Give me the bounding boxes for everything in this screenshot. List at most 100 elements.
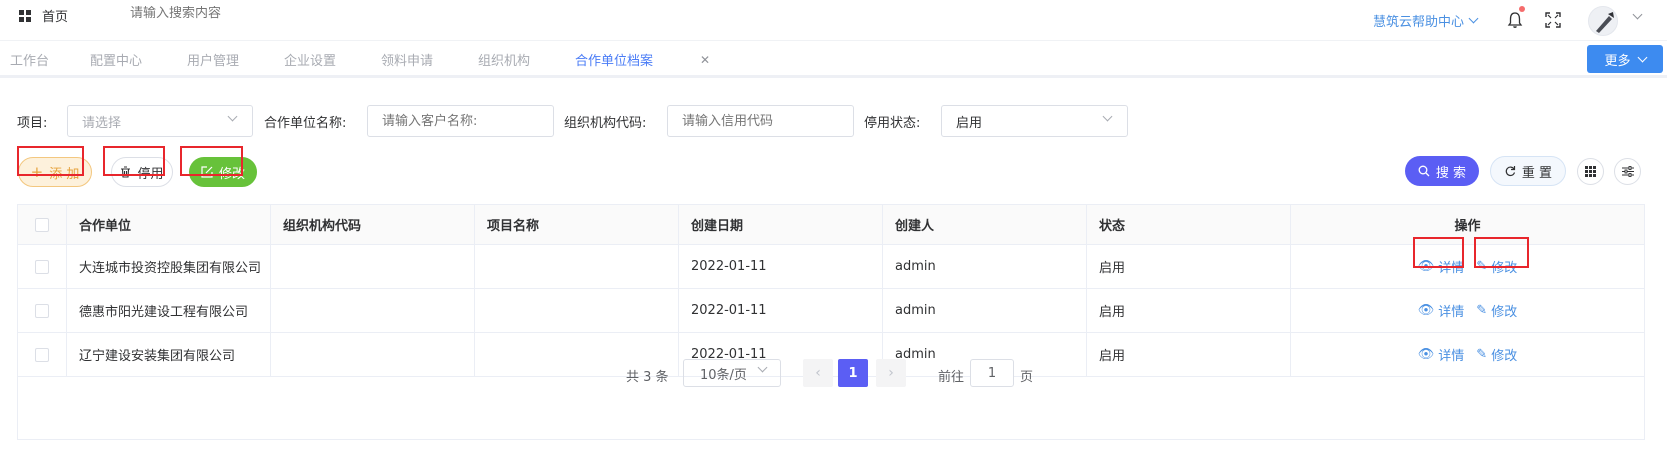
partner-table: 合作单位 组织机构代码 项目名称 创建日期 创建人 状态 操作 大连城市投资控股… — [17, 204, 1645, 440]
grid-icon[interactable] — [19, 10, 31, 22]
creator-cell: admin — [883, 245, 1087, 288]
pencil-icon: ✎ — [1476, 303, 1488, 318]
column-header: 创建日期 — [679, 205, 883, 244]
home-link[interactable]: 首页 — [42, 6, 68, 25]
detail-link-label: 详情 — [1438, 261, 1465, 276]
column-header: 合作单位 — [67, 205, 271, 244]
project-select[interactable]: 请选择 — [67, 105, 253, 137]
goto-label: 前往 — [938, 370, 965, 385]
page-number-current[interactable]: 1 — [838, 359, 868, 387]
pencil-icon: ✎ — [1476, 259, 1488, 274]
help-center-label: 慧筑云帮助中心 — [1373, 15, 1465, 30]
page-size-value: 10条/页 — [700, 367, 747, 383]
grid-icon — [1585, 166, 1596, 177]
orgcode-input[interactable] — [667, 105, 854, 137]
filter-settings-button[interactable] — [1614, 158, 1641, 185]
edit-link[interactable]: ✎ 修改 — [1476, 301, 1517, 320]
plus-icon: + — [30, 163, 44, 181]
add-button[interactable]: + 添 加 — [18, 157, 92, 187]
tab-organization[interactable]: 组织机构 — [478, 50, 530, 69]
edit-link-label: 修改 — [1491, 261, 1518, 276]
chevron-down-icon — [1637, 52, 1647, 62]
search-button[interactable]: 搜 索 — [1405, 156, 1479, 186]
tab-user-management[interactable]: 用户管理 — [187, 50, 239, 69]
reset-button[interactable]: 重 置 — [1490, 156, 1566, 186]
edit-link-label: 修改 — [1491, 305, 1518, 320]
refresh-icon — [1505, 166, 1516, 177]
total-count: 共 3 条 — [626, 370, 669, 385]
row-checkbox[interactable] — [35, 259, 49, 274]
table-row: 德惠市阳光建设工程有限公司 2022-01-11 admin 启用 👁 详情 ✎ 修… — [18, 289, 1644, 333]
search-button-label: 搜 索 — [1435, 165, 1467, 181]
tab-partner-archive[interactable]: 合作单位档案 — [575, 50, 653, 69]
partner-cell: 大连城市投资控股集团有限公司 — [67, 245, 271, 288]
operation-cell: 👁 详情 ✎ 修改 — [1291, 245, 1644, 288]
global-search-input[interactable] — [130, 6, 390, 21]
more-label: 更多 — [1604, 52, 1631, 68]
status-cell: 启用 — [1087, 289, 1291, 332]
status-select-value: 启用 — [956, 115, 983, 131]
row-checkbox-cell — [18, 289, 67, 332]
tab-material-request[interactable]: 领料申请 — [381, 50, 433, 69]
page-unit-label: 页 — [1020, 370, 1034, 385]
column-grid-button[interactable] — [1577, 158, 1604, 185]
edit-button-label: 修改 — [218, 166, 245, 182]
pagination: 共 3 条 10条/页 ‹ 1 › 前往 页 — [18, 347, 1644, 399]
table-header-row: 合作单位 组织机构代码 项目名称 创建日期 创建人 状态 操作 — [18, 205, 1644, 245]
project-cell — [475, 289, 679, 332]
row-checkbox[interactable] — [35, 303, 49, 318]
tab-config-center[interactable]: 配置中心 — [90, 50, 142, 69]
prev-page-button[interactable]: ‹ — [803, 359, 833, 387]
detail-link[interactable]: 👁 详情 — [1418, 257, 1465, 276]
eye-icon: 👁 — [1417, 259, 1435, 274]
detail-link-label: 详情 — [1438, 305, 1465, 320]
partner-cell: 德惠市阳光建设工程有限公司 — [67, 289, 271, 332]
column-header: 创建人 — [883, 205, 1087, 244]
row-checkbox-cell — [18, 245, 67, 288]
select-all-checkbox[interactable] — [35, 217, 49, 232]
stop-button[interactable]: 停用 — [111, 157, 173, 187]
goto-page-input[interactable] — [970, 359, 1014, 387]
tab-enterprise-settings[interactable]: 企业设置 — [284, 50, 336, 69]
status-cell: 启用 — [1087, 245, 1291, 288]
status-select[interactable]: 启用 — [941, 105, 1128, 137]
close-icon[interactable]: ✕ — [700, 53, 710, 67]
status-label: 停用状态: — [864, 116, 921, 131]
avatar[interactable] — [1588, 6, 1618, 36]
help-center-dropdown[interactable]: 慧筑云帮助中心 — [1373, 11, 1479, 30]
column-header: 状态 — [1087, 205, 1291, 244]
edit-button[interactable]: 修改 — [189, 157, 257, 187]
stop-button-label: 停用 — [137, 166, 164, 182]
orgcode-cell — [271, 245, 475, 288]
chevron-down-icon — [1468, 13, 1479, 24]
partner-name-label: 合作单位名称: — [264, 116, 347, 131]
chevron-down-icon — [1102, 111, 1113, 122]
tab-bar: 工作台 配置中心 用户管理 企业设置 领料申请 组织机构 合作单位档案 ✕ — [0, 40, 1667, 78]
header-checkbox-cell — [18, 205, 67, 244]
next-page-button[interactable]: › — [876, 359, 906, 387]
project-label: 项目: — [17, 116, 48, 131]
page-size-select[interactable]: 10条/页 — [683, 359, 781, 387]
chevron-down-icon[interactable] — [1632, 9, 1643, 20]
orgcode-label: 组织机构代码: — [564, 116, 647, 131]
chevron-down-icon — [757, 362, 768, 373]
creator-cell: admin — [883, 289, 1087, 332]
avatar-image-icon — [1596, 12, 1614, 33]
edit-link[interactable]: ✎ 修改 — [1476, 257, 1517, 276]
column-header: 操作 — [1454, 219, 1481, 234]
search-icon — [1418, 165, 1430, 177]
project-cell — [475, 245, 679, 288]
chevron-right-icon: › — [888, 365, 894, 381]
chevron-left-icon: ‹ — [815, 365, 821, 381]
detail-link[interactable]: 👁 详情 — [1418, 301, 1465, 320]
reset-button-label: 重 置 — [1521, 165, 1553, 181]
partner-name-input[interactable] — [367, 105, 554, 137]
tab-workbench[interactable]: 工作台 — [10, 50, 49, 69]
bell-icon[interactable] — [1507, 11, 1523, 29]
fullscreen-icon[interactable] — [1545, 12, 1561, 28]
more-button[interactable]: 更多 — [1587, 45, 1663, 73]
eye-icon: 👁 — [1417, 303, 1435, 318]
date-cell: 2022-01-11 — [679, 245, 883, 288]
edit-icon — [201, 166, 213, 178]
add-button-label: 添 加 — [49, 166, 80, 182]
